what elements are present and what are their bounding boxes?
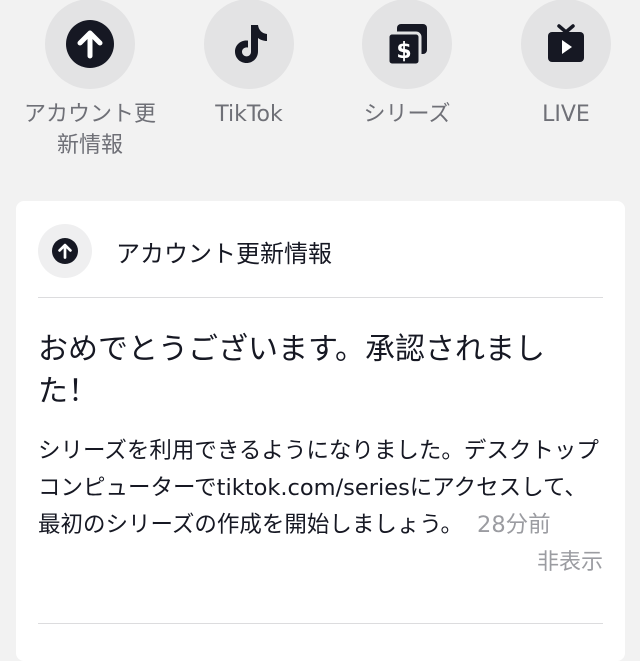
shortcut-tiktok[interactable]: TikTok: [169, 0, 329, 130]
shortcut-label: アカウント更新情報: [23, 102, 156, 158]
message-title: おめでとうございます。承認されました！: [38, 332, 545, 409]
live-tv-icon: [548, 24, 584, 62]
hide-button[interactable]: 非表示: [537, 544, 603, 576]
tiktok-circle[interactable]: [204, 0, 294, 89]
tiktok-logo-icon: [235, 25, 267, 63]
shortcut-label: TikTok: [215, 102, 283, 127]
arrow-up-circle-icon: [52, 238, 78, 264]
header-divider: [38, 297, 603, 298]
arrow-up-circle-icon: [66, 20, 114, 68]
series-dollar-icon: $: [386, 24, 427, 67]
shortcut-row: アカウント更新情報 TikTok $ シリーズ LIVE: [0, 0, 640, 190]
card-header-title: アカウント更新情報: [116, 239, 332, 268]
svg-text:$: $: [396, 39, 411, 64]
shortcut-label: LIVE: [542, 102, 590, 127]
message-body: シリーズを利用できるようになりました。デスクトップコンピューターでtiktok.…: [38, 433, 608, 544]
shortcut-label: シリーズ: [363, 102, 451, 127]
shortcut-account-updates[interactable]: アカウント更新情報: [10, 0, 170, 161]
footer-divider: [38, 623, 603, 624]
shortcut-live[interactable]: LIVE: [486, 0, 640, 130]
message-time: 28分前: [477, 512, 551, 538]
live-circle[interactable]: [521, 0, 611, 89]
notification-card[interactable]: アカウント更新情報 おめでとうございます。承認されました！ シリーズを利用できる…: [16, 201, 625, 661]
header-icon-wrap: [38, 224, 92, 278]
card-header: アカウント更新情報: [38, 223, 332, 279]
series-circle[interactable]: $: [362, 0, 452, 89]
shortcut-series[interactable]: $ シリーズ: [327, 0, 487, 130]
account-updates-circle[interactable]: [45, 0, 135, 89]
